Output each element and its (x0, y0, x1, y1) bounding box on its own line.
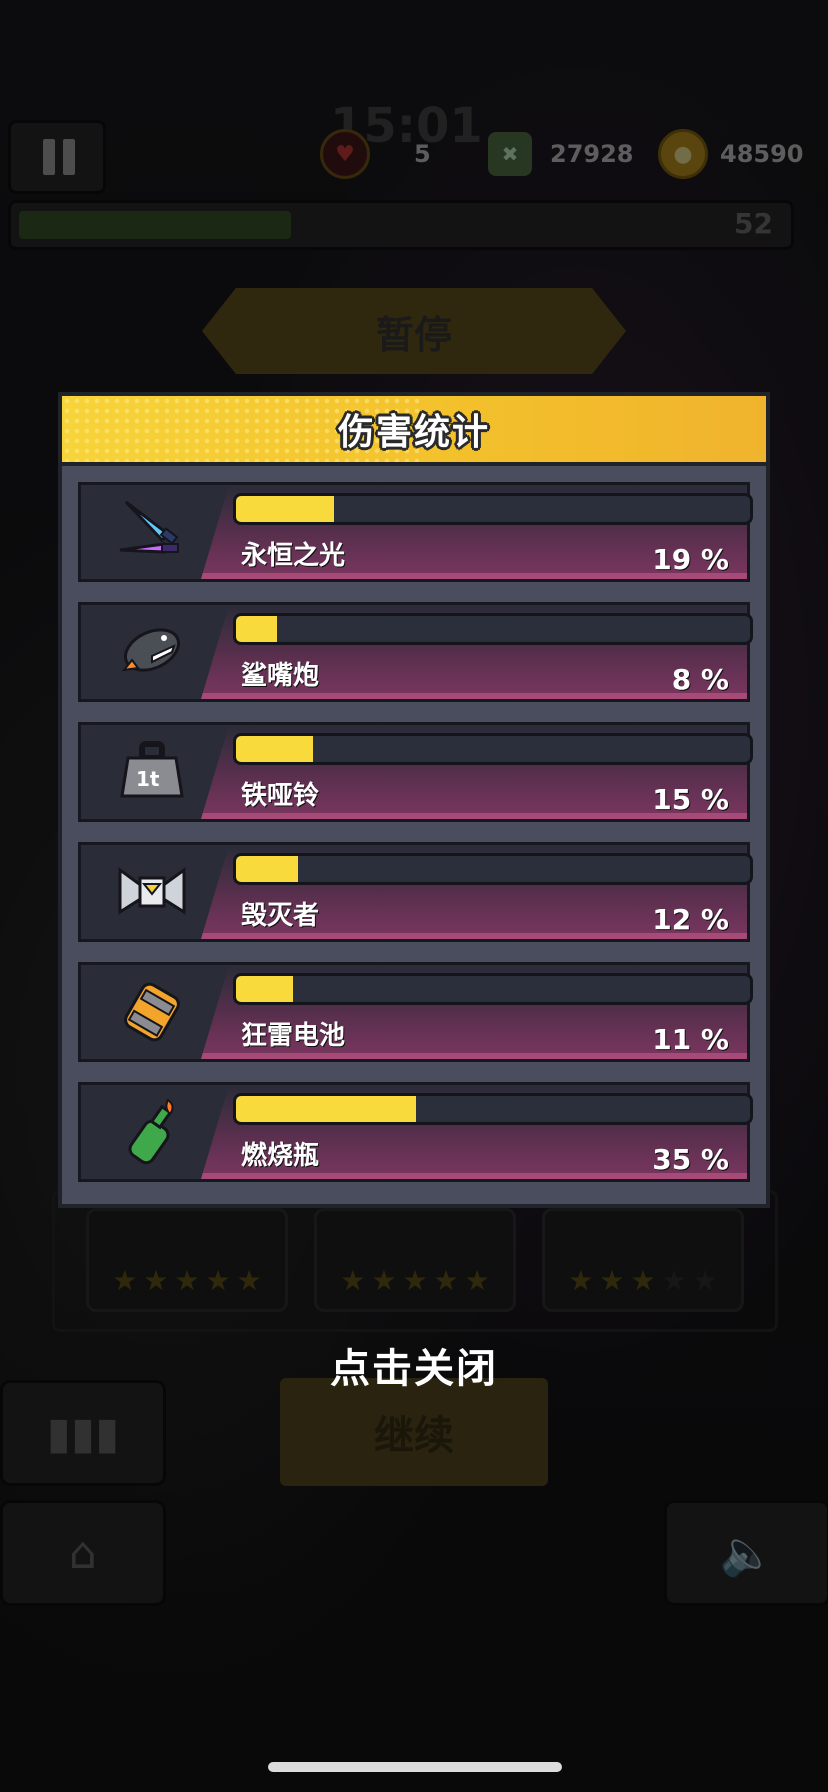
weapon-name: 狂雷电池 (241, 1021, 346, 1051)
pause-title: 暂停 (202, 288, 626, 374)
experience-fill (19, 211, 291, 239)
svg-text:1t: 1t (136, 767, 160, 791)
pause-button[interactable] (8, 120, 106, 194)
damage-bar (233, 1093, 753, 1125)
damage-bar-fill (236, 616, 278, 642)
damage-stats-panel: 伤害统计 永恒之光 19 % 鲨嘴炮 8 % 1t 铁哑铃 15 % 毁灭者 1… (58, 392, 770, 1208)
destroyer-drone-icon (81, 845, 223, 939)
damage-bar (233, 613, 753, 645)
thunder-battery-icon (81, 965, 223, 1059)
damage-percent: 12 % (652, 903, 729, 936)
bar-chart-icon: ▮▮▮ (46, 1407, 120, 1459)
star-rating: ★ ★ ★ ★ ★ (568, 1264, 718, 1297)
speaker-icon: 🔈 (719, 1528, 775, 1579)
skull-icon: ✖ (488, 132, 532, 176)
weapon-row: 1t 铁哑铃 15 % (78, 722, 753, 822)
damage-bar (233, 853, 753, 885)
coins-value: 48590 (720, 140, 804, 168)
equipment-slot-3[interactable]: ★ ★ ★ ★ ★ (542, 1208, 744, 1312)
weapon-name: 永恒之光 (241, 541, 346, 571)
home-icon: ⌂ (69, 1527, 97, 1579)
equipment-slot-1[interactable]: ★ ★ ★ ★ ★ (86, 1208, 288, 1312)
weapon-name: 鲨嘴炮 (241, 661, 320, 691)
home-button[interactable]: ⌂ (0, 1500, 166, 1606)
damage-percent: 15 % (652, 783, 729, 816)
stats-button[interactable]: ▮▮▮ (0, 1380, 166, 1486)
weapon-name: 铁哑铃 (241, 781, 320, 811)
kills-counter: ✖ 27928 (488, 132, 634, 176)
lives-value: 5 (414, 140, 431, 168)
coins-counter: ● 48590 (658, 129, 804, 179)
damage-bar (233, 973, 753, 1005)
pause-icon (43, 139, 55, 175)
damage-bar (233, 733, 753, 765)
weapon-name: 燃烧瓶 (241, 1141, 320, 1171)
sound-button[interactable]: 🔈 (664, 1500, 828, 1606)
weapon-name: 毁灭者 (241, 901, 320, 931)
shark-rocket-icon (81, 605, 223, 699)
tap-to-close-hint[interactable]: 点击关闭 (0, 1336, 828, 1394)
experience-bar: 52 (8, 200, 794, 250)
panel-title: 伤害统计 (337, 412, 490, 453)
damage-bar-fill (236, 1096, 416, 1122)
damage-percent: 35 % (652, 1143, 729, 1176)
weapon-row: 毁灭者 12 % (78, 842, 753, 942)
weapon-row: 燃烧瓶 35 % (78, 1082, 753, 1182)
pause-icon-bar (63, 139, 75, 175)
equipment-slot-2[interactable]: ★ ★ ★ ★ ★ (314, 1208, 516, 1312)
panel-header: 伤害统计 (62, 396, 766, 466)
damage-percent: 19 % (652, 543, 729, 576)
damage-bar-fill (236, 736, 314, 762)
star-rating: ★ ★ ★ ★ ★ (112, 1264, 262, 1297)
damage-percent: 8 % (671, 663, 729, 696)
damage-bar-fill (236, 856, 298, 882)
damage-percent: 11 % (652, 1023, 729, 1056)
continue-button[interactable]: 继续 (280, 1378, 548, 1486)
damage-bar (233, 493, 753, 525)
dual-glow-swords-icon (81, 485, 223, 579)
star-rating: ★ ★ ★ ★ ★ (340, 1264, 490, 1297)
damage-bar-fill (236, 496, 334, 522)
level-number: 52 (734, 207, 773, 240)
lives-counter: ♥ 5 (320, 129, 431, 179)
molotov-bottle-icon (81, 1085, 223, 1179)
damage-bar-fill (236, 976, 293, 1002)
coin-icon: ● (658, 129, 708, 179)
home-indicator[interactable] (268, 1762, 562, 1772)
iron-weight-icon: 1t (81, 725, 223, 819)
weapon-row: 永恒之光 19 % (78, 482, 753, 582)
weapon-row: 鲨嘴炮 8 % (78, 602, 753, 702)
weapon-row: 狂雷电池 11 % (78, 962, 753, 1062)
heart-icon: ♥ (320, 129, 370, 179)
weapon-list: 永恒之光 19 % 鲨嘴炮 8 % 1t 铁哑铃 15 % 毁灭者 12 % 狂… (78, 482, 753, 1202)
kills-value: 27928 (550, 140, 634, 168)
